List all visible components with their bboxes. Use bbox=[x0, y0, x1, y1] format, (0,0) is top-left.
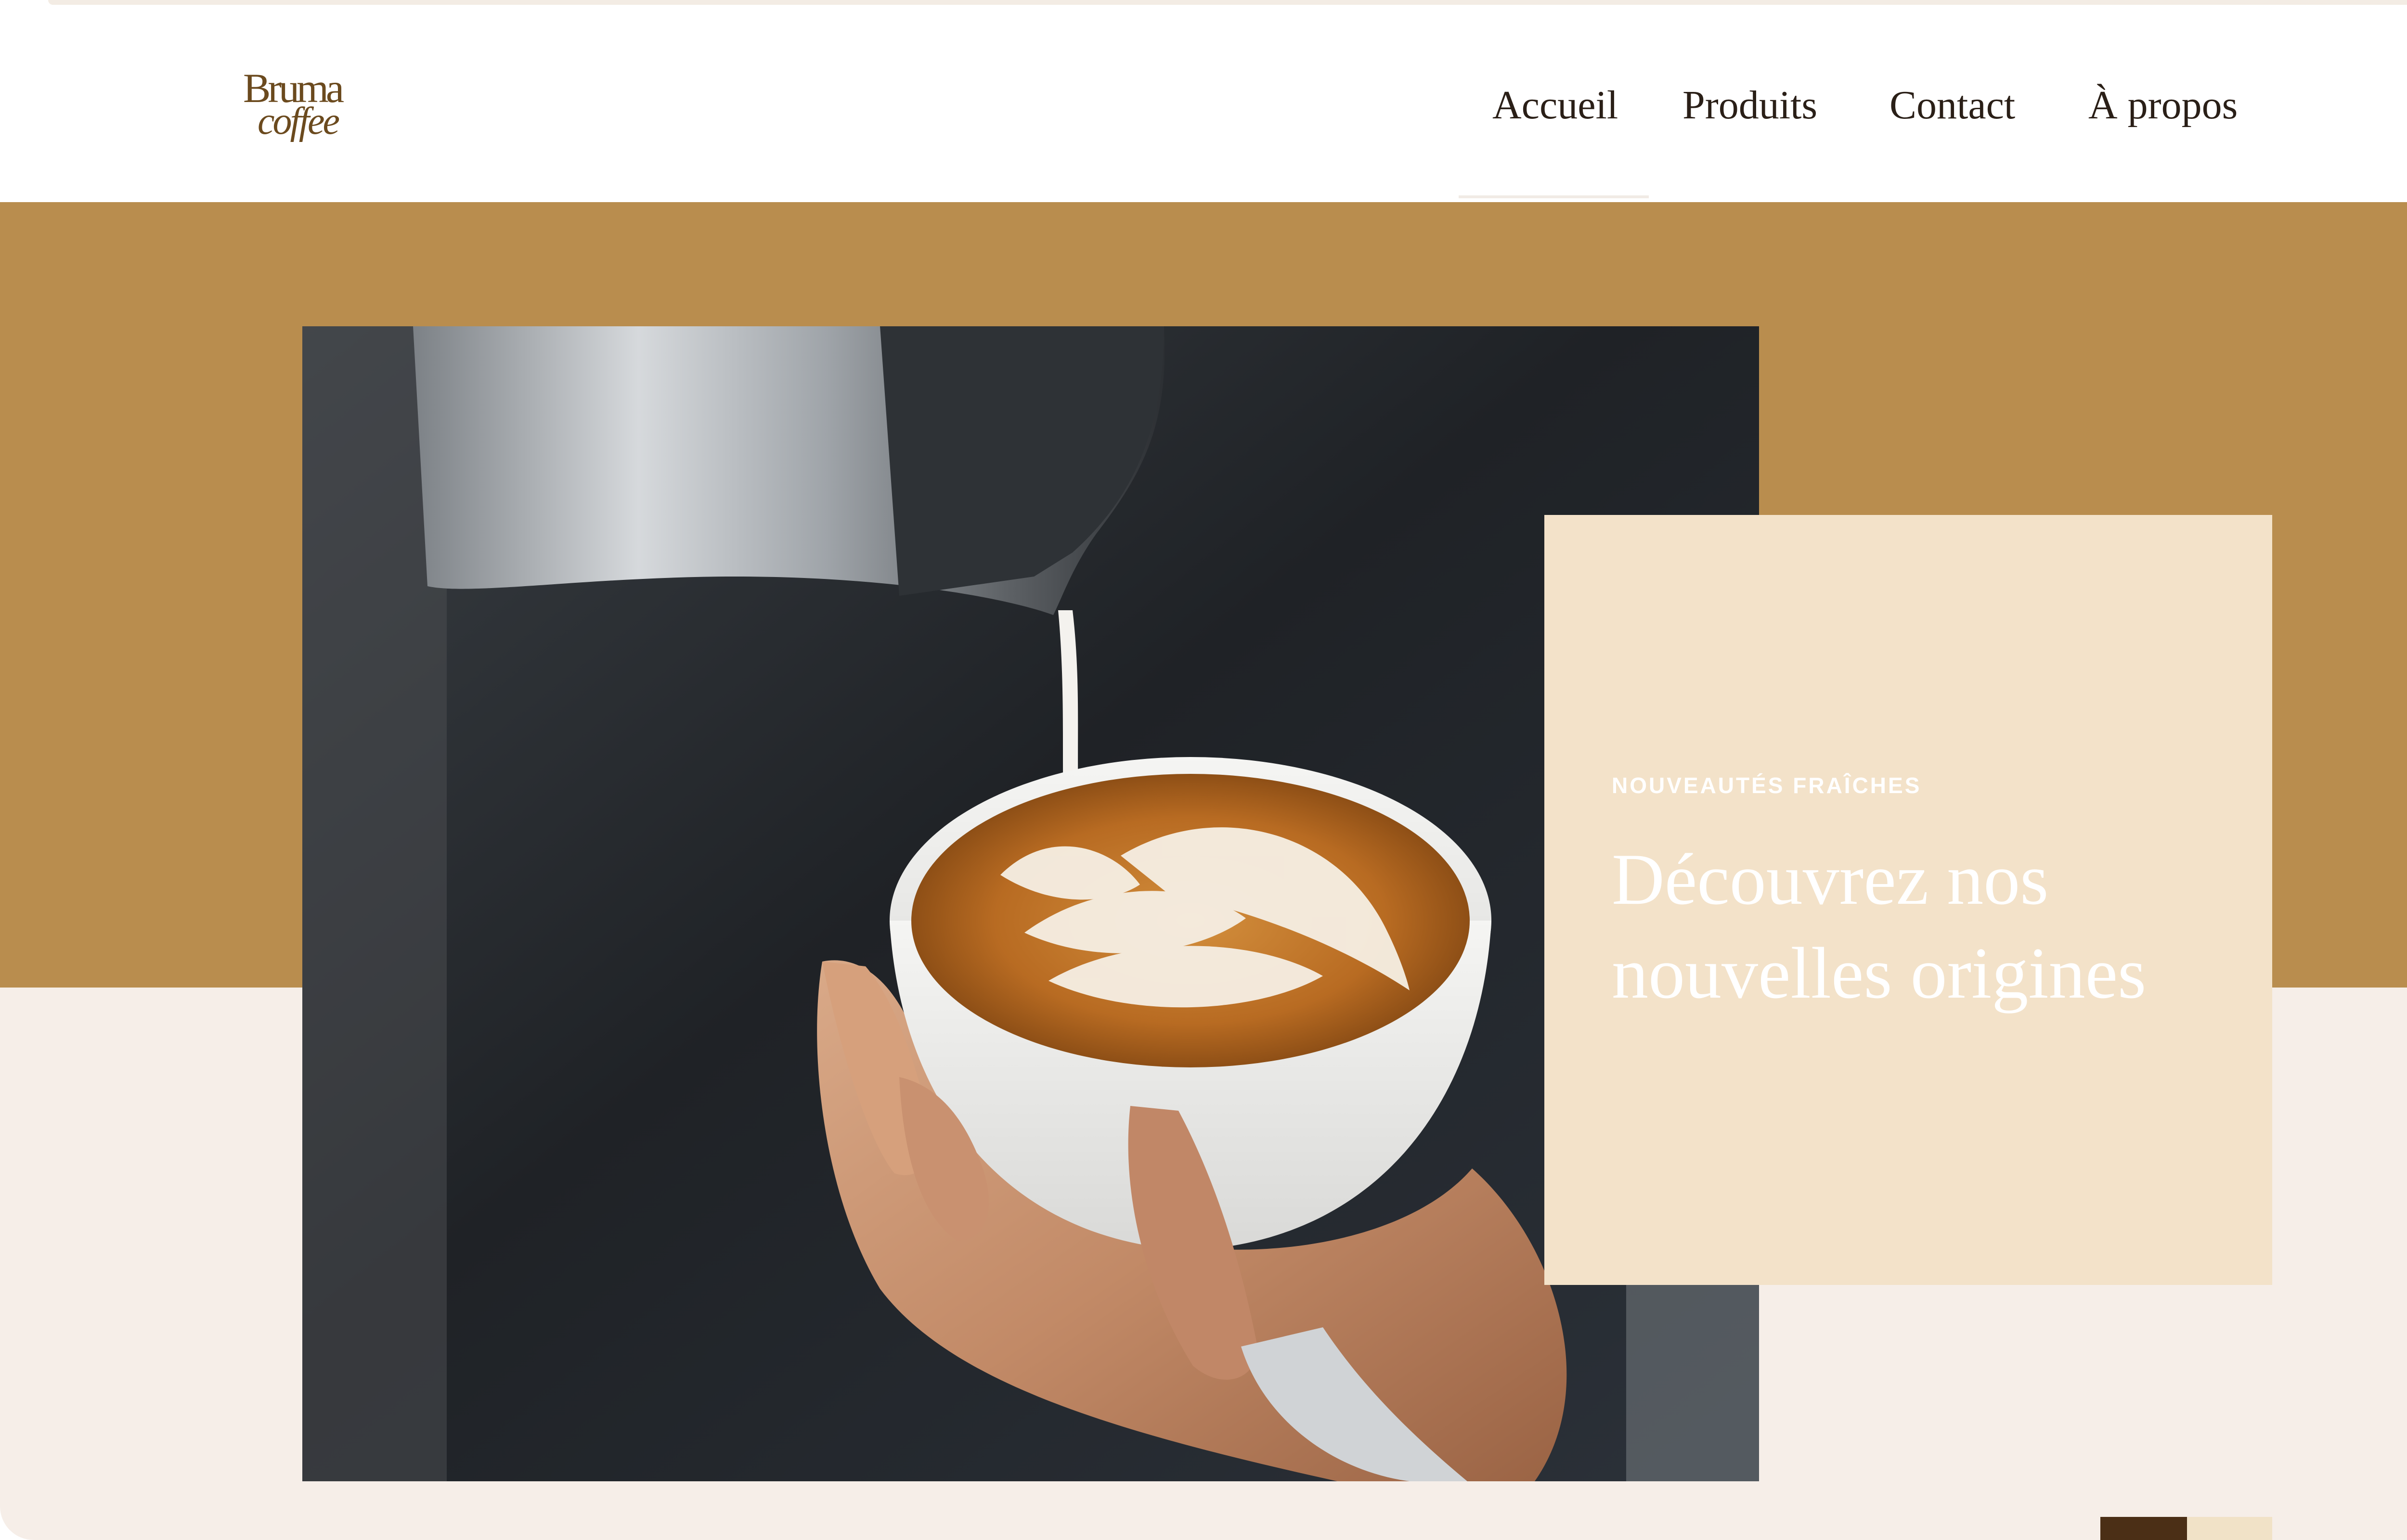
latte-art-illustration bbox=[302, 326, 1759, 1481]
promo-eyebrow: NOUVEAUTÉS FRAÎCHES bbox=[1612, 773, 1922, 798]
nav-item-produits[interactable]: Produits bbox=[1682, 82, 1817, 140]
page: Bruma coffee Accueil Produits Contact À … bbox=[0, 0, 2407, 1540]
promo-card[interactable]: NOUVEAUTÉS FRAÎCHES Découvrez nos nouvel… bbox=[1544, 515, 2272, 1285]
brand-logo[interactable]: Bruma coffee bbox=[243, 63, 354, 149]
nav-item-accueil[interactable]: Accueil bbox=[1492, 82, 1618, 140]
site-header: Bruma coffee Accueil Produits Contact À … bbox=[0, 5, 2407, 202]
nav-item-contact[interactable]: Contact bbox=[1889, 82, 2015, 140]
brand-logo-line2: coffee bbox=[258, 100, 340, 142]
hero-photo bbox=[302, 326, 1759, 1481]
promo-title: Découvrez nos nouvelles origines bbox=[1612, 839, 2147, 1014]
slider-indicator-active[interactable] bbox=[2100, 1517, 2187, 1540]
window-top-edge bbox=[48, 0, 2407, 5]
slider-indicator-inactive[interactable] bbox=[2187, 1517, 2272, 1540]
nav-active-indicator bbox=[1459, 195, 1649, 198]
nav-item-a-propos[interactable]: À propos bbox=[2088, 82, 2238, 140]
